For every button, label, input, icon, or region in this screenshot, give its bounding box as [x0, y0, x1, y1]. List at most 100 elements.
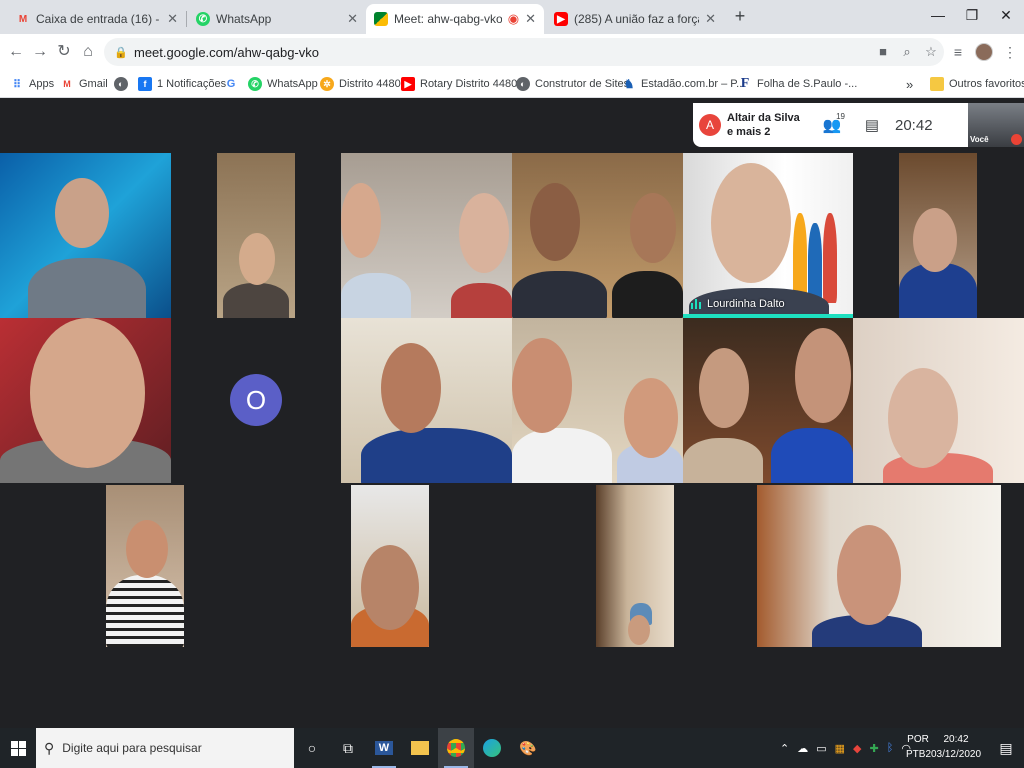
video-tile[interactable] — [341, 318, 512, 483]
participants-button[interactable]: 👥 19 — [817, 112, 847, 134]
tab-title: WhatsApp — [216, 12, 272, 26]
home-button[interactable]: ⌂ — [76, 40, 100, 64]
close-icon[interactable]: ✕ — [705, 11, 716, 27]
star-icon[interactable]: ☆ — [920, 41, 942, 63]
language-indicator[interactable]: POR PTB2 — [906, 732, 931, 762]
meet-clock: 20:42 — [895, 116, 933, 134]
word-icon[interactable]: W — [366, 728, 402, 768]
lock-icon: 🔒 — [114, 46, 128, 59]
meet-stage: A Altair da Silva e mais 2 👥 19 ▤ 20:42 V… — [0, 98, 1024, 728]
bookmark-rotary-youtube[interactable]: ▶ Rotary Distrito 4480... — [401, 75, 526, 93]
youtube-icon: ▶ — [554, 12, 568, 26]
menu-icon[interactable]: ⋮ — [998, 40, 1022, 64]
chrome-icon[interactable] — [438, 728, 474, 768]
new-tab-button[interactable]: + — [730, 6, 750, 26]
whatsapp-icon: ✆ — [196, 12, 210, 26]
browser-toolbar: ← → ↻ ⌂ 🔒 meet.google.com/ahw-qabg-vko ■… — [0, 34, 1024, 70]
bluetooth-icon[interactable]: ᛒ — [887, 742, 894, 754]
windows-icon — [10, 740, 26, 756]
mic-off-icon — [1011, 134, 1022, 145]
address-bar[interactable]: 🔒 meet.google.com/ahw-qabg-vko ■ ⌕ ☆ — [104, 38, 944, 66]
edge-icon[interactable] — [474, 728, 510, 768]
bookmark-google[interactable]: G — [224, 75, 243, 93]
bookmark-distrito[interactable]: ✲ Distrito 4480 — [320, 75, 401, 93]
estadao-icon: ♞ — [623, 77, 635, 91]
bookmark-whatsapp[interactable]: ✆ WhatsApp — [248, 75, 318, 93]
screen: M Caixa de entrada (16) - jlpavam@ ✕ ✆ W… — [0, 0, 1024, 768]
bookmarks-bar: ⠿ Apps M Gmail ◐ f 1 Notificações G ✆ Wh… — [0, 70, 1024, 98]
video-tile[interactable] — [106, 485, 184, 647]
bookmark-apps[interactable]: ⠿ Apps — [10, 75, 54, 93]
zoom-icon[interactable]: ⌕ — [896, 41, 918, 63]
start-button[interactable] — [0, 728, 36, 768]
reload-button[interactable]: ↻ — [52, 40, 76, 64]
video-tile[interactable] — [512, 153, 683, 318]
tab-title: Meet: ahw-qabg-vko — [394, 12, 502, 26]
video-tile[interactable] — [0, 153, 171, 318]
cortana-icon[interactable]: ○ — [294, 728, 330, 768]
rotary-icon: ✲ — [320, 77, 334, 91]
video-tile[interactable] — [0, 318, 171, 483]
video-tile[interactable] — [757, 485, 1001, 647]
close-icon[interactable]: ✕ — [167, 11, 178, 27]
paint-icon[interactable]: 🎨 — [510, 728, 546, 768]
chat-icon: ▤ — [864, 117, 880, 134]
meet-icon — [374, 12, 388, 26]
self-label: Você — [970, 135, 989, 144]
video-tile[interactable] — [853, 318, 1024, 483]
tab-whatsapp[interactable]: ✆ WhatsApp ✕ — [188, 4, 366, 34]
close-icon[interactable]: ✕ — [347, 11, 358, 27]
video-tile[interactable] — [341, 153, 512, 318]
apps-grid-icon: ⠿ — [12, 78, 22, 91]
security-icon[interactable]: ✚ — [870, 742, 879, 755]
chevron-up-icon[interactable]: ⌃ — [780, 742, 789, 755]
file-explorer-icon[interactable] — [402, 728, 438, 768]
app-tray-icon[interactable]: ▦ — [835, 742, 845, 755]
video-tile[interactable] — [596, 485, 674, 647]
speaker-name: Lourdinha Dalto — [707, 298, 785, 310]
antivirus-icon[interactable]: ◆ — [853, 742, 861, 755]
search-icon: ⚲ — [44, 739, 55, 756]
back-button[interactable]: ← — [4, 40, 28, 64]
taskbar-clock[interactable]: 20:42 03/12/2020 — [928, 732, 984, 762]
camera-icon[interactable]: ■ — [872, 41, 894, 63]
close-icon[interactable]: ✕ — [525, 11, 536, 27]
close-window-button[interactable]: ✕ — [986, 4, 1024, 26]
self-view[interactable]: Você — [968, 103, 1024, 147]
taskbar-search[interactable]: ⚲ Digite aqui para pesquisar — [36, 728, 294, 768]
gmail-icon: M — [63, 79, 71, 89]
tab-youtube[interactable]: ▶ (285) A união faz a força - YouTu ✕ — [546, 4, 724, 34]
globe-icon: ◐ — [114, 77, 128, 91]
bookmark-folha[interactable]: F Folha de S.Paulo -... — [738, 75, 858, 93]
forward-button[interactable]: → — [28, 40, 52, 64]
presenter-name-block[interactable]: Altair da Silva e mais 2 — [727, 111, 807, 139]
chat-button[interactable]: ▤ — [857, 116, 887, 134]
task-view-icon[interactable]: ⧉ — [330, 728, 366, 768]
video-tile[interactable] — [217, 153, 295, 318]
participant-avatar[interactable]: O — [230, 374, 282, 426]
tab-title: Caixa de entrada (16) - jlpavam@ — [36, 12, 161, 26]
participant-count: 19 — [836, 112, 845, 121]
bookmark-estadao[interactable]: ♞ Estadão.com.br – P... — [622, 75, 746, 93]
tab-meet[interactable]: Meet: ahw-qabg-vko ◉ ✕ — [366, 4, 544, 34]
bookmark-construtor[interactable]: ◐ Construtor de Sites — [516, 75, 629, 93]
search-placeholder: Digite aqui para pesquisar — [62, 741, 202, 755]
folder-icon — [930, 77, 944, 91]
bookmark-gmail[interactable]: M Gmail — [60, 75, 107, 93]
video-tile[interactable] — [512, 318, 683, 483]
bookmark-facebook[interactable]: f 1 Notificações — [138, 75, 226, 93]
bookmark-globe[interactable]: ◐ — [114, 75, 133, 93]
windows-taskbar: ⚲ Digite aqui para pesquisar ○ ⧉ W 🎨 ⌃ ☁… — [0, 728, 1024, 768]
onedrive-icon[interactable]: ☁ — [797, 742, 808, 755]
notifications-icon[interactable]: ▤ — [988, 728, 1024, 768]
video-tile-active-speaker[interactable]: Lourdinha Dalto — [683, 153, 853, 318]
video-tile[interactable] — [899, 153, 977, 318]
other-favorites-folder[interactable]: Outros favoritos — [930, 75, 1024, 93]
video-tile[interactable] — [351, 485, 429, 647]
video-tile[interactable] — [683, 318, 853, 483]
bookmarks-overflow-button[interactable]: » — [906, 75, 913, 93]
battery-icon[interactable]: ▭ — [816, 742, 826, 755]
reading-list-icon[interactable]: ≡ — [946, 40, 970, 64]
profile-avatar[interactable] — [972, 40, 996, 64]
tab-gmail[interactable]: M Caixa de entrada (16) - jlpavam@ ✕ — [8, 4, 186, 34]
